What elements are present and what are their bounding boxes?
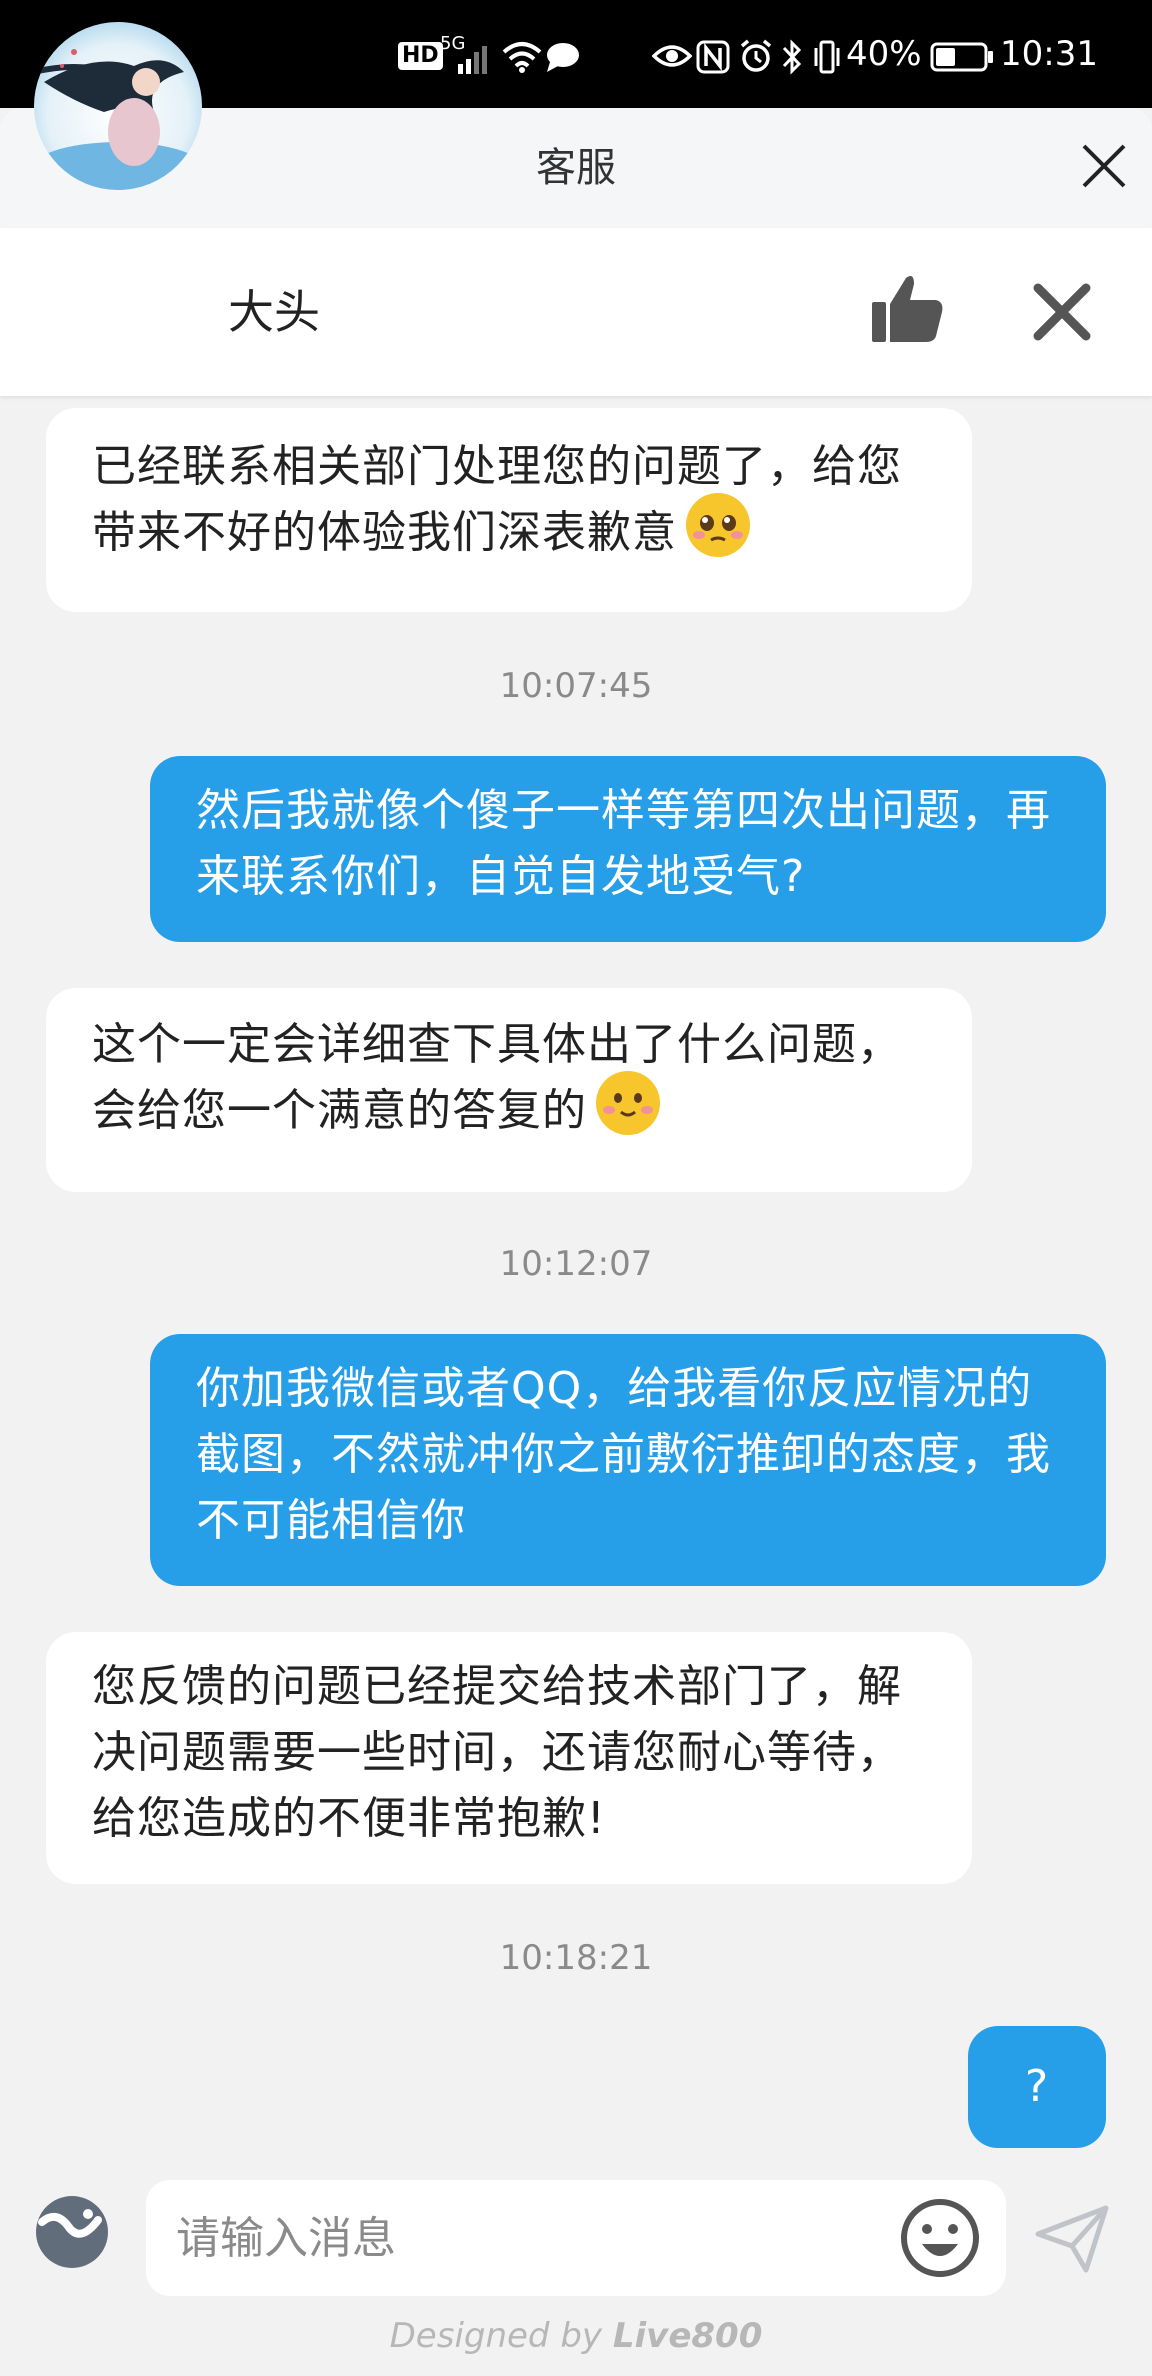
clock: 10:31 <box>1000 34 1098 74</box>
message-input[interactable] <box>146 2180 1006 2296</box>
close-icon[interactable] <box>1080 142 1128 190</box>
alarm-icon <box>740 39 772 72</box>
message-text: 已经联系相关部门处理您的问题了，给您带来不好的体验我们深表歉意 <box>92 441 902 558</box>
bluetooth-icon <box>782 39 802 75</box>
designed-by-label: Designed by <box>389 2316 603 2356</box>
send-icon[interactable] <box>1034 2204 1110 2274</box>
end-chat-icon[interactable] <box>1032 282 1092 342</box>
agent-message: 这个一定会详细查下具体出了什么问题，会给您一个满意的答复的 <box>46 988 972 1192</box>
message-text: 你加我微信或者QQ，给我看你反应情况的截图，不然就冲你之前敷衍推卸的态度，我不可… <box>196 1363 1051 1546</box>
message-text: 这个一定会详细查下具体出了什么问题，会给您一个满意的答复的 <box>92 1019 902 1136</box>
eye-icon <box>652 45 692 67</box>
smiling-face-emoji-icon <box>596 1071 660 1135</box>
avatar <box>34 22 202 190</box>
agent-message: 您反馈的问题已经提交给技术部门了，解决问题需要一些时间，还请您耐心等待，给您造成… <box>46 1632 972 1884</box>
message-text: ? <box>1024 2061 1050 2112</box>
agent-name: 大头 <box>228 285 320 339</box>
agent-header: 大头 <box>0 228 1152 396</box>
battery-percent: 40% <box>846 34 922 74</box>
user-message: 你加我微信或者QQ，给我看你反应情况的截图，不然就冲你之前敷衍推卸的态度，我不可… <box>150 1334 1106 1586</box>
agent-message: 已经联系相关部门处理您的问题了，给您带来不好的体验我们深表歉意 <box>46 408 972 612</box>
message-text: 您反馈的问题已经提交给技术部门了，解决问题需要一些时间，还请您耐心等待，给您造成… <box>92 1661 902 1844</box>
nfc-icon <box>696 40 730 74</box>
emoji-icon[interactable] <box>898 2196 982 2280</box>
user-message: 然后我就像个傻子一样等第四次出问题，再来联系你们，自觉自发地受气? <box>150 756 1106 942</box>
timestamp: 10:07:45 <box>499 666 653 706</box>
wifi-icon <box>502 42 542 73</box>
pleading-face-emoji-icon <box>686 493 750 557</box>
vibrate-icon <box>814 40 840 74</box>
user-message: ? <box>968 2026 1106 2148</box>
signal-icon <box>458 46 487 74</box>
brand-name: Live800 <box>612 2316 763 2356</box>
message-icon <box>547 43 579 72</box>
battery-icon <box>930 42 993 72</box>
timestamp: 10:12:07 <box>499 1244 653 1284</box>
timestamp: 10:18:21 <box>499 1938 653 1978</box>
footer-brand: Designed by Live800 <box>0 2316 1152 2356</box>
thumbs-up-icon[interactable] <box>870 272 944 344</box>
hd-badge: HD <box>398 42 443 70</box>
sticker-icon[interactable] <box>32 2192 112 2272</box>
message-text: 然后我就像个傻子一样等第四次出问题，再来联系你们，自觉自发地受气? <box>196 785 1051 902</box>
input-bar: Designed by Live800 <box>0 2150 1152 2376</box>
